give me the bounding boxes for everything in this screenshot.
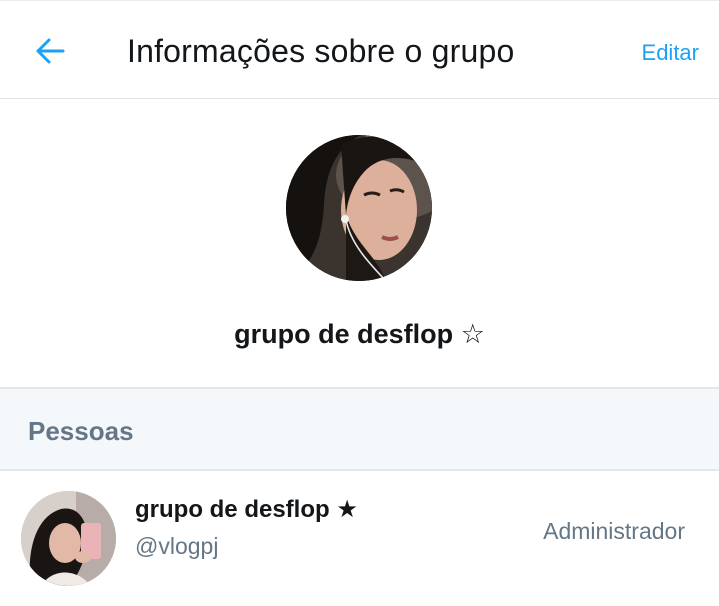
people-section-header: Pessoas [0,387,719,471]
back-button[interactable] [30,31,70,71]
top-app-bar: Informações sobre o grupo Editar [0,0,719,99]
edit-button[interactable]: Editar [642,39,699,67]
member-name: grupo de desflop ★ [135,496,358,523]
group-profile: grupo de desflop ☆ [0,99,719,387]
member-role-badge: Administrador [543,518,685,544]
member-list-item[interactable]: grupo de desflop ★ @vlogpj Administrador [0,471,719,606]
group-avatar[interactable] [286,135,432,281]
arrow-left-icon [36,38,65,64]
page-title: Informações sobre o grupo [127,33,515,69]
member-avatar[interactable] [21,491,116,586]
section-label: Pessoas [28,416,134,446]
member-handle: @vlogpj [135,533,219,559]
group-name: grupo de desflop ☆ [234,319,485,349]
